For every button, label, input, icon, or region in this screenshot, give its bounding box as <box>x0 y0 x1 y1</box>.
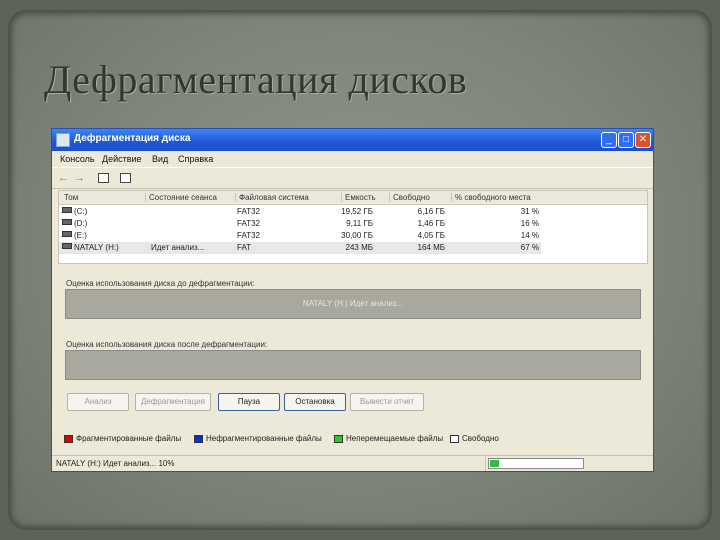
table-row[interactable]: (D:) FAT32 9,11 ГБ 1,46 ГБ 16 % <box>59 218 647 230</box>
legend-swatch-contiguous <box>194 434 203 443</box>
slide-title: Дефрагментация дисков <box>44 57 468 102</box>
minimize-button[interactable]: _ <box>601 132 617 148</box>
forward-arrow-icon[interactable]: → <box>74 171 85 185</box>
table-row-selected[interactable]: NATALY (H:) Идет анализ... FAT 243 МБ 16… <box>59 242 541 254</box>
legend-free: Свободно <box>450 433 499 445</box>
table-row[interactable]: (C:) FAT32 19,52 ГБ 6,16 ГБ 31 % <box>59 206 647 218</box>
status-text: NATALY (H:) Идет анализ... 10% <box>56 459 175 468</box>
drive-icon <box>62 243 72 249</box>
menu-bar: Консоль Действие Вид Справка <box>52 151 653 167</box>
report-button[interactable]: Вывести отчет <box>350 393 424 411</box>
cell-session-state: Идет анализ... <box>151 243 205 252</box>
cell-file-system: FAT32 <box>237 219 260 228</box>
cell-free-percent: 14 % <box>520 231 539 240</box>
pause-button[interactable]: Пауза <box>218 393 280 411</box>
cell-capacity: 9,11 ГБ <box>346 219 373 228</box>
volume-list[interactable]: Том Состояние сеанса Файловая система Ем… <box>58 190 648 264</box>
cell-free: 1,46 ГБ <box>417 219 445 228</box>
column-file-system[interactable]: Файловая система <box>235 193 343 202</box>
close-button[interactable]: ✕ <box>635 132 651 148</box>
analysis-progress-fill <box>490 460 499 467</box>
cell-free-percent: 67 % <box>520 243 539 252</box>
legend-swatch-free <box>450 434 459 443</box>
drive-icon <box>62 207 72 213</box>
maximize-button[interactable]: □ <box>618 132 634 148</box>
help-icon[interactable] <box>120 173 131 183</box>
defrag-button[interactable]: Дефрагментация <box>135 393 211 411</box>
toolbar: ← → <box>52 167 653 189</box>
view-icon[interactable] <box>98 173 109 183</box>
after-defrag-panel <box>65 350 641 380</box>
cell-free: 6,16 ГБ <box>417 207 445 216</box>
cell-free-percent: 31 % <box>520 207 539 216</box>
column-volume[interactable]: Том <box>61 193 144 202</box>
before-defrag-panel-text: NATALY (H:) Идет анализ... <box>302 299 404 308</box>
menu-view[interactable]: Вид <box>152 154 168 164</box>
analysis-progress-bar <box>488 458 584 469</box>
cell-free-percent: 16 % <box>520 219 539 228</box>
cell-file-system: FAT <box>237 243 252 252</box>
column-session-state[interactable]: Состояние сеанса <box>145 193 235 202</box>
legend-contiguous: Нефрагментированные файлы <box>194 433 322 445</box>
legend-fragmented: Фрагментированные файлы <box>64 433 181 445</box>
after-defrag-label: Оценка использования диска после дефрагм… <box>66 340 268 349</box>
cell-capacity: 19,52 ГБ <box>341 207 373 216</box>
legend-swatch-fragmented <box>64 434 73 443</box>
legend-swatch-unmovable <box>334 434 343 443</box>
cell-file-system: FAT32 <box>237 231 260 240</box>
cell-volume: (D:) <box>74 219 88 228</box>
status-divider <box>485 457 486 471</box>
volume-list-header: Том Состояние сеанса Файловая система Ем… <box>59 191 647 205</box>
column-free[interactable]: Свободно <box>389 193 453 202</box>
stop-button[interactable]: Остановка <box>284 393 346 411</box>
cell-volume: (E:) <box>74 231 87 240</box>
cell-file-system: FAT32 <box>237 207 260 216</box>
status-bar: NATALY (H:) Идет анализ... 10% <box>52 455 653 472</box>
legend-unmovable: Неперемещаемые файлы <box>334 433 443 445</box>
drive-icon <box>62 219 72 225</box>
app-icon <box>56 133 70 147</box>
menu-help[interactable]: Справка <box>178 154 213 164</box>
cell-free: 164 МБ <box>417 243 445 252</box>
cell-free: 4,05 ГБ <box>417 231 445 240</box>
menu-console[interactable]: Консоль <box>60 154 95 164</box>
drive-icon <box>62 231 72 237</box>
before-defrag-panel: NATALY (H:) Идет анализ... <box>65 289 641 319</box>
cell-capacity: 243 МБ <box>345 243 373 252</box>
menu-action[interactable]: Действие <box>102 154 142 164</box>
cell-capacity: 30,00 ГБ <box>341 231 373 240</box>
table-row[interactable]: (E:) FAT32 30,00 ГБ 4,05 ГБ 14 % <box>59 230 647 242</box>
defrag-window: Дефрагментация диска _ □ ✕ Консоль Дейст… <box>51 128 654 472</box>
cell-volume: (C:) <box>74 207 88 216</box>
window-titlebar[interactable]: Дефрагментация диска _ □ ✕ <box>52 129 653 151</box>
back-arrow-icon[interactable]: ← <box>58 171 69 185</box>
analyze-button[interactable]: Анализ <box>67 393 129 411</box>
window-title: Дефрагментация диска <box>74 133 191 144</box>
cell-volume: NATALY (H:) <box>74 243 119 252</box>
before-defrag-label: Оценка использования диска до дефрагмент… <box>66 279 255 288</box>
column-free-percent[interactable]: % свободного места <box>451 193 549 202</box>
